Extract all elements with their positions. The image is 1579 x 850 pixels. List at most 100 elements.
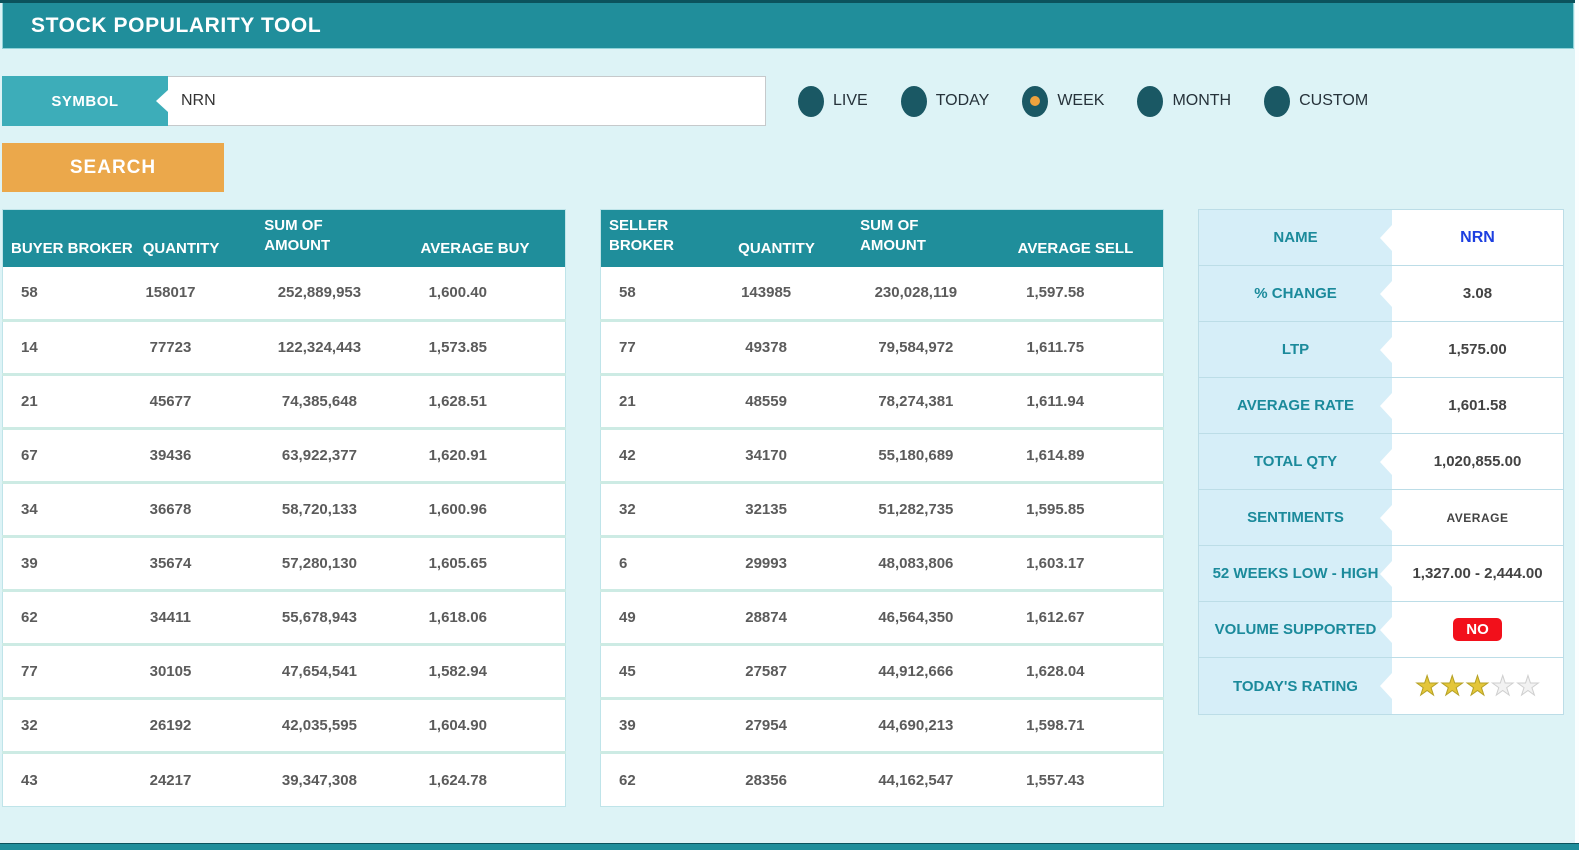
table-row: 21 45677 74,385,648 1,628.51 bbox=[2, 374, 566, 430]
period-radio-live[interactable]: LIVE bbox=[798, 85, 868, 117]
table-cell: 27587 bbox=[728, 644, 829, 700]
table-cell: 39436 bbox=[132, 428, 233, 484]
period-radio-group: LIVE TODAY WEEK MONTH CUSTOM bbox=[798, 76, 1368, 126]
table-cell: 48,083,806 bbox=[828, 536, 988, 592]
table-cell: 39,347,308 bbox=[232, 752, 391, 807]
summary-value-name: NRN bbox=[1392, 210, 1563, 265]
table-cell: 32 bbox=[600, 482, 729, 538]
table-cell: 34411 bbox=[132, 590, 233, 646]
radio-selected-icon[interactable] bbox=[1022, 85, 1049, 117]
table-row: 14 77723 122,324,443 1,573.85 bbox=[2, 320, 566, 376]
star-empty-icon: ★ bbox=[1515, 670, 1541, 701]
period-radio-custom[interactable]: CUSTOM bbox=[1264, 85, 1369, 117]
table-row: 49 28874 46,564,350 1,612.67 bbox=[600, 590, 1164, 646]
table-cell: 230,028,119 bbox=[828, 266, 988, 322]
period-radio-label: MONTH bbox=[1172, 92, 1232, 109]
period-radio-week[interactable]: WEEK bbox=[1022, 85, 1105, 117]
symbol-search-group: SYMBOL bbox=[2, 76, 766, 126]
table-cell: 14 bbox=[2, 320, 133, 376]
summary-row: 52 WEEKS LOW - HIGH 1,327.00 - 2,444.00 bbox=[1199, 546, 1563, 602]
radio-icon[interactable] bbox=[1137, 85, 1164, 117]
column-header: QUANTITY bbox=[728, 209, 829, 267]
summary-label: SENTIMENTS bbox=[1199, 490, 1392, 545]
table-cell: 46,564,350 bbox=[828, 590, 988, 646]
table-cell: 1,573.85 bbox=[390, 320, 566, 376]
table-cell: 1,624.78 bbox=[390, 752, 566, 807]
summary-label: % CHANGE bbox=[1199, 266, 1392, 321]
summary-label: TODAY'S RATING bbox=[1199, 658, 1392, 714]
table-cell: 42,035,595 bbox=[232, 698, 391, 754]
search-button[interactable]: SEARCH bbox=[2, 143, 224, 192]
table-row: 67 39436 63,922,377 1,620.91 bbox=[2, 428, 566, 484]
radio-icon[interactable] bbox=[1264, 85, 1291, 117]
table-cell: 77723 bbox=[132, 320, 233, 376]
table-cell: 28356 bbox=[728, 752, 829, 807]
table-cell: 1,600.96 bbox=[390, 482, 566, 538]
table-row: 34 36678 58,720,133 1,600.96 bbox=[2, 482, 566, 538]
summary-row: VOLUME SUPPORTED NO bbox=[1199, 602, 1563, 658]
table-cell: 44,690,213 bbox=[828, 698, 988, 754]
column-header-label: BUYER BROKER bbox=[11, 239, 133, 257]
table-cell: 1,620.91 bbox=[390, 428, 566, 484]
table-row: 62 28356 44,162,547 1,557.43 bbox=[600, 752, 1164, 807]
table-cell: 74,385,648 bbox=[232, 374, 391, 430]
summary-label: 52 WEEKS LOW - HIGH bbox=[1199, 546, 1392, 601]
table-cell: 1,612.67 bbox=[987, 590, 1164, 646]
table-cell: 29993 bbox=[728, 536, 829, 592]
column-header-label: AVERAGE BUY bbox=[420, 239, 530, 257]
summary-label: VOLUME SUPPORTED bbox=[1199, 602, 1392, 657]
summary-row: NAME NRN bbox=[1199, 210, 1563, 266]
column-header-label: SUM OF AMOUNT bbox=[264, 217, 331, 255]
table-cell: 77 bbox=[600, 320, 729, 376]
summary-row: TODAY'S RATING ★ ★ ★ ★ ★ bbox=[1199, 658, 1563, 714]
table-row: 58 143985 230,028,119 1,597.58 bbox=[600, 266, 1164, 322]
radio-icon[interactable] bbox=[798, 85, 824, 117]
seller-broker-table: SELLER BROKER QUANTITY SUM OF AMOUNT AVERAG… bbox=[600, 209, 1164, 807]
table-row: 77 49378 79,584,972 1,611.75 bbox=[600, 320, 1164, 376]
table-cell: 26192 bbox=[132, 698, 233, 754]
table-cell: 58 bbox=[600, 266, 729, 322]
period-radio-label: TODAY bbox=[935, 92, 990, 109]
table-row: 58 158017 252,889,953 1,600.40 bbox=[2, 266, 566, 322]
table-cell: 1,604.90 bbox=[390, 698, 566, 754]
table-cell: 32 bbox=[2, 698, 133, 754]
summary-label: LTP bbox=[1199, 322, 1392, 377]
table-row: 32 32135 51,282,735 1,595.85 bbox=[600, 482, 1164, 538]
table-cell: 122,324,443 bbox=[232, 320, 391, 376]
table-cell: 34 bbox=[2, 482, 133, 538]
symbol-field-label: SYMBOL bbox=[2, 76, 168, 126]
table-cell: 55,180,689 bbox=[828, 428, 988, 484]
period-radio-label: WEEK bbox=[1057, 92, 1105, 109]
table-cell: 55,678,943 bbox=[232, 590, 391, 646]
table-cell: 32135 bbox=[728, 482, 829, 538]
period-radio-today[interactable]: TODAY bbox=[900, 85, 990, 117]
radio-icon[interactable] bbox=[900, 85, 927, 117]
table-cell: 1,598.71 bbox=[987, 698, 1164, 754]
page-title: STOCK POPULARITY TOOL bbox=[31, 13, 322, 37]
table-cell: 44,912,666 bbox=[828, 644, 988, 700]
table-cell: 30105 bbox=[132, 644, 233, 700]
column-header-label: SUM OF AMOUNT bbox=[860, 217, 926, 255]
column-header-label: AVERAGE SELL bbox=[1017, 239, 1134, 257]
table-cell: 44,162,547 bbox=[828, 752, 988, 807]
period-radio-label: CUSTOM bbox=[1299, 92, 1369, 109]
table-row: 6 29993 48,083,806 1,603.17 bbox=[600, 536, 1164, 592]
table-cell: 1,605.65 bbox=[390, 536, 566, 592]
table-cell: 45 bbox=[600, 644, 729, 700]
table-cell: 6 bbox=[600, 536, 729, 592]
table-cell: 63,922,377 bbox=[232, 428, 391, 484]
period-radio-label: LIVE bbox=[833, 92, 868, 109]
table-cell: 49 bbox=[600, 590, 729, 646]
table-cell: 1,600.40 bbox=[390, 266, 566, 322]
table-cell: 28874 bbox=[728, 590, 829, 646]
table-cell: 51,282,735 bbox=[828, 482, 988, 538]
period-radio-month[interactable]: MONTH bbox=[1137, 85, 1232, 117]
summary-label: NAME bbox=[1199, 210, 1392, 265]
footer-bar bbox=[0, 843, 1579, 850]
table-row: 39 27954 44,690,213 1,598.71 bbox=[600, 698, 1164, 754]
summary-value: 1,327.00 - 2,444.00 bbox=[1392, 546, 1563, 601]
app-header: STOCK POPULARITY TOOL bbox=[2, 3, 1574, 49]
summary-row: LTP 1,575.00 bbox=[1199, 322, 1563, 378]
star-empty-icon: ★ bbox=[1490, 670, 1515, 701]
summary-row: SENTIMENTS AVERAGE bbox=[1199, 490, 1563, 546]
